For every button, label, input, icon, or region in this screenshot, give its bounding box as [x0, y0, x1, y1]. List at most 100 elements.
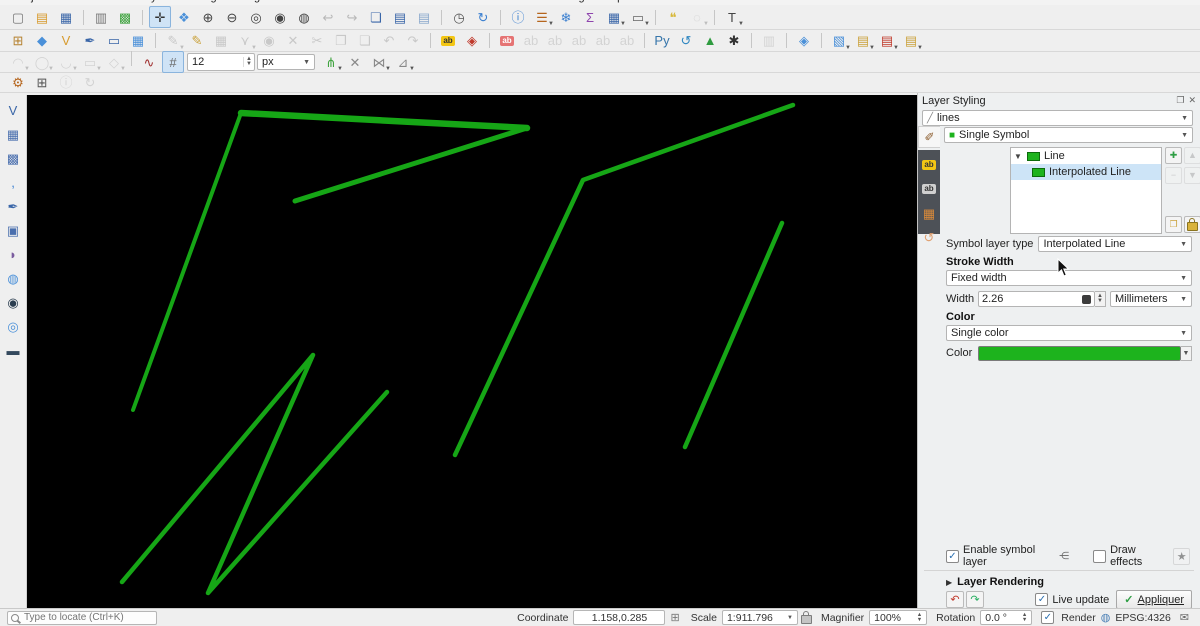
highlight-pinned-labels-button[interactable]: ab [496, 30, 518, 52]
zoom-to-layer-button[interactable]: ◍ [293, 6, 315, 28]
add-point-cloud-button[interactable]: ◗ [2, 243, 24, 265]
width-unit-combo[interactable]: Millimeters ▼ [1110, 291, 1192, 307]
symbol-layer-dd-icon[interactable]: ⋲ [1059, 551, 1069, 562]
locator-search[interactable] [7, 610, 157, 625]
self-snapping-button[interactable]: ⋈ ▼ [368, 51, 392, 73]
new-map-view-button[interactable]: ❏ [365, 6, 387, 28]
new-geopackage-button[interactable]: ◆ [31, 30, 53, 52]
menu-help[interactable]: Help [593, 0, 632, 3]
menu-web[interactable]: Web [441, 0, 479, 3]
color-swatch-button[interactable] [978, 345, 1181, 361]
select-features-by-area-dropdown-icon[interactable]: ▼ [845, 45, 851, 51]
color-dropdown-icon[interactable]: ▼ [1181, 345, 1192, 361]
coordinate-field[interactable]: 1.158,0.285 [573, 610, 666, 625]
show-statistics-button[interactable]: Σ [579, 6, 601, 28]
menu-edit[interactable]: Edit [56, 0, 91, 3]
spin-arrows-icon[interactable]: ▲ ▼ [1022, 613, 1027, 622]
new-print-layout-button[interactable]: ▥ [90, 6, 112, 28]
lock-color-button[interactable] [1184, 216, 1200, 233]
text-annotation-button[interactable]: T ▼ [721, 6, 744, 28]
expander-collapsed-icon[interactable]: ▶ [946, 578, 952, 587]
report-manager-dropdown-icon[interactable]: ▼ [917, 45, 923, 51]
snap-to-grid-button[interactable]: ⊿ ▼ [392, 51, 415, 73]
tab-history-button[interactable]: ↺ [918, 226, 940, 248]
add-xyz-layer-button[interactable]: ◉ [2, 291, 24, 313]
add-wms-layer-button[interactable]: ◍ [2, 267, 24, 289]
menu-project[interactable]: Project [6, 0, 56, 3]
layer-select-combo[interactable]: ╱ lines ▼ [922, 110, 1193, 126]
symbol-mode-combo[interactable]: ■ Single Symbol ▼ [944, 127, 1193, 143]
menu-settings[interactable]: Settings [174, 0, 230, 3]
processing-history-button[interactable]: ↺ [675, 30, 697, 52]
atlas-settings-button[interactable]: ▤ ▼ [876, 30, 899, 52]
save-project-button[interactable]: ▦ [55, 6, 77, 28]
add-vector-layer-button[interactable]: V [2, 99, 24, 121]
rotation-field[interactable]: 0.0 ° ▲ ▼ [980, 610, 1033, 625]
vertex-tool-dropdown-icon[interactable]: ▼ [251, 45, 257, 51]
spin-arrows-icon[interactable]: ▲ ▼ [917, 613, 922, 622]
tab-masks-button[interactable]: ab [918, 178, 940, 200]
expander-icon[interactable]: ▼ [1014, 152, 1023, 161]
enable-tracing-button[interactable]: ⋔ ▼ [320, 51, 343, 73]
tab-symbology[interactable]: ✐ [918, 126, 940, 148]
menu-database[interactable]: Database [378, 0, 441, 3]
temporal-controller-button[interactable]: ◷ [448, 6, 470, 28]
add-spatialite-layer-button[interactable]: ✒ [2, 195, 24, 217]
messages-icon[interactable]: ✉ [1180, 611, 1189, 624]
snapping-options-button[interactable]: # [162, 51, 184, 73]
new-project-button[interactable]: ▢ [7, 6, 29, 28]
layout-manager-button[interactable]: ▤ ▼ [852, 30, 875, 52]
tab-labels-button[interactable]: ab [918, 154, 940, 176]
map-tips-button[interactable]: ❝ [662, 6, 684, 28]
open-project-button[interactable]: ▤ [31, 6, 53, 28]
add-delimited-text-button[interactable]: , [2, 171, 24, 193]
color-mode-combo[interactable]: Single color ▼ [946, 325, 1192, 341]
run-feature-action-button[interactable]: ☰ ▼ [531, 6, 554, 28]
stroke-width-mode-combo[interactable]: Fixed width ▼ [946, 270, 1192, 286]
python-console-button[interactable]: Py [651, 30, 673, 52]
snap-to-grid-dropdown-icon[interactable]: ▼ [409, 66, 415, 72]
live-update-checkbox[interactable] [1035, 593, 1049, 606]
open-attribute-table-dropdown-icon[interactable]: ▼ [620, 21, 626, 27]
layer-diagram-button[interactable]: ◈ [461, 30, 483, 52]
enable-symbol-layer-checkbox[interactable] [946, 549, 959, 563]
new-temporary-layer-button[interactable]: ▭ [103, 30, 125, 52]
scale-lock-icon[interactable] [800, 611, 812, 624]
symbol-layer-type-combo[interactable]: Interpolated Line ▼ [1038, 236, 1192, 252]
debugging-tools-button[interactable]: ✱ [723, 30, 745, 52]
select-features-by-area-button[interactable]: ▧ ▼ [828, 30, 851, 52]
map-canvas[interactable] [27, 95, 917, 608]
apply-button[interactable]: ✓ Appliquer [1116, 590, 1192, 609]
toggle-editing-button[interactable]: ✎ [186, 30, 208, 52]
layer-labeling-button[interactable]: ab [437, 30, 459, 52]
zoom-in-button[interactable]: ⊕ [197, 6, 219, 28]
redo-style-button[interactable]: ↷ [966, 591, 984, 608]
zoom-out-button[interactable]: ⊖ [221, 6, 243, 28]
float-panel-icon[interactable]: ❐ [1176, 95, 1184, 106]
menu-processing[interactable]: Processing [522, 0, 592, 3]
menu-raster[interactable]: Raster [329, 0, 377, 3]
add-postgis-layer-button[interactable]: ▣ [2, 219, 24, 241]
zoom-to-selection-button[interactable]: ◉ [269, 6, 291, 28]
new-bookmark-button[interactable]: ▤ [413, 6, 435, 28]
mesh-digitizing-button[interactable]: ◈ [793, 30, 815, 52]
add-wfs-layer-button[interactable]: ◎ [2, 315, 24, 337]
text-annotation-dropdown-icon[interactable]: ▼ [738, 21, 744, 27]
width-spin-arrows[interactable]: ▲ ▼ [1095, 291, 1106, 307]
scale-combo[interactable]: 1:911.796 ▼ [721, 610, 798, 625]
refresh-map-button[interactable]: ↻ [472, 6, 494, 28]
plugin-settings-button[interactable]: ⚙ [7, 72, 29, 94]
layer-rendering-section[interactable]: ▶ Layer Rendering [946, 575, 1192, 589]
layout-manager-dropdown-icon[interactable]: ▼ [869, 45, 875, 51]
georeferencer-button[interactable]: ▲ [699, 30, 721, 52]
tree-row-interpolated-line[interactable]: Interpolated Line [1011, 164, 1161, 180]
menu-view[interactable]: View [91, 0, 131, 3]
report-manager-button[interactable]: ▤ ▼ [900, 30, 923, 52]
new-spatialite-button[interactable]: ✒ [79, 30, 101, 52]
draw-effects-checkbox[interactable] [1093, 549, 1107, 563]
locator-input[interactable] [7, 610, 157, 625]
tab-3d-view-button[interactable]: ▦ [918, 202, 940, 224]
undo-style-button[interactable]: ↶ [946, 591, 964, 608]
snapping-tolerance-spinbox[interactable]: 12 ▲ ▼ [187, 53, 255, 71]
avoid-overlap-button[interactable]: ✕ [344, 51, 366, 73]
